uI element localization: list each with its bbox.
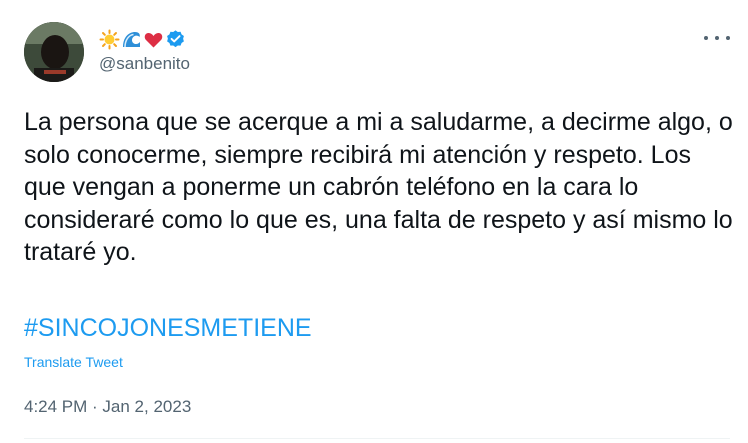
more-dot xyxy=(715,36,719,40)
more-horizontal-icon[interactable] xyxy=(704,28,730,48)
wave-emoji xyxy=(121,29,142,50)
more-dot xyxy=(704,36,708,40)
sun-emoji xyxy=(99,29,120,50)
tweet-card: @sanbenito La persona que se acerque a m… xyxy=(0,0,748,443)
tweet-text: La persona que se acerque a mi a saludar… xyxy=(24,108,733,266)
divider xyxy=(24,438,730,439)
avatar[interactable] xyxy=(24,22,84,82)
display-name-row[interactable] xyxy=(99,27,186,51)
red-heart-emoji xyxy=(143,29,164,50)
translate-tweet-link[interactable]: Translate Tweet xyxy=(24,354,123,370)
verified-badge-icon xyxy=(165,29,186,50)
more-dot xyxy=(726,36,730,40)
hashtag-link[interactable]: #SINCOJONESMETIENE xyxy=(24,314,312,343)
tweet-timestamp[interactable]: 4:24 PM · Jan 2, 2023 xyxy=(24,397,191,417)
author-handle[interactable]: @sanbenito xyxy=(99,54,190,74)
